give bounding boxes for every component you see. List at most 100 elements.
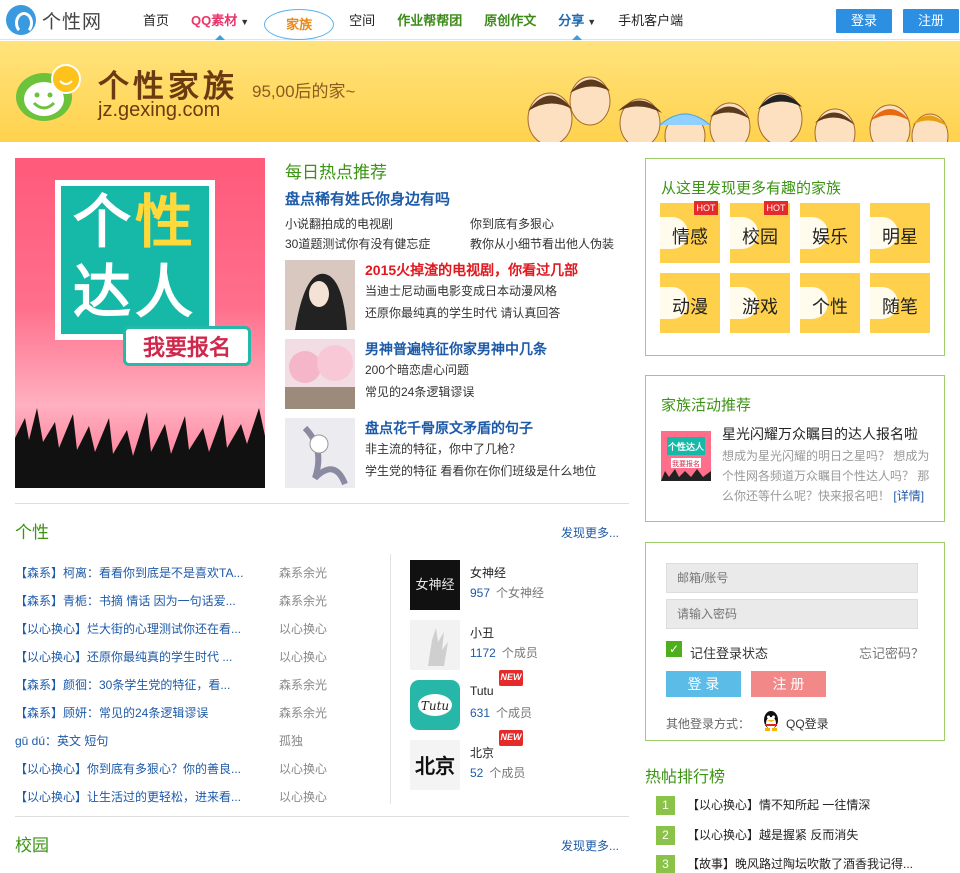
post-title[interactable]: 【森系】顾妍：常见的24条逻辑谬误 [15, 704, 279, 732]
daily-item-thumbnail[interactable] [285, 418, 355, 488]
email-field[interactable] [666, 563, 918, 593]
category-tile[interactable]: 娱乐 [800, 203, 860, 263]
list-item[interactable]: 【森系】颜徊：30条学生党的特征，看... 森系余光 [15, 676, 375, 704]
category-label: 动漫 [672, 297, 708, 317]
group-count-label: 个成员 [501, 646, 538, 660]
daily-item-thumbnail[interactable] [285, 260, 355, 330]
hot-badge: HOT [764, 201, 788, 215]
qq-penguin-icon[interactable] [761, 710, 781, 732]
post-title[interactable]: gū dú：英文 短句 [15, 732, 279, 760]
post-title[interactable]: 【以心换心】让生活过的更轻松，进来看... [15, 788, 279, 816]
post-list: 【森系】柯离：看看你到底是不是喜欢TA... 森系余光 【森系】青栀：书摘 情话 … [15, 564, 375, 816]
nav-share[interactable]: 分享 ▼ [547, 0, 607, 40]
list-item[interactable]: 【以心换心】烂大街的心理测试你还在看... 以心换心 [15, 620, 375, 648]
category-tile[interactable]: 随笔 [870, 273, 930, 333]
group-name[interactable]: 小丑 [470, 624, 494, 641]
group-avatar[interactable]: Tutu [410, 680, 460, 730]
discover-more-link[interactable]: 发现更多... [561, 837, 619, 854]
family-group[interactable]: Tutu Tutu NEW 631 个成员 [410, 670, 630, 730]
nav-home[interactable]: 首页 [132, 0, 180, 40]
post-author[interactable]: 以心换心 [279, 648, 327, 676]
hero-talent-banner[interactable]: 个性 达人 我要报名 [15, 158, 265, 488]
daily-item-title[interactable]: 男神普遍特征你家男神中几条 [365, 339, 547, 359]
activity-thumbnail[interactable]: 个性达人 我要报名 [661, 431, 711, 481]
list-item[interactable]: 【以心换心】你到底有多狠心？你的善良... 以心换心 [15, 760, 375, 788]
list-item[interactable]: 【以心换心】让生活过的更轻松，进来看... 以心换心 [15, 788, 375, 816]
nav-mobile-client[interactable]: 手机客户端 [607, 0, 694, 40]
daily-link-text: 小说翻拍成的电视剧 [285, 217, 394, 231]
post-title[interactable]: 【森系】青栀：书摘 情话 因为一句话爱... [15, 592, 279, 620]
post-author[interactable]: 森系余光 [279, 676, 327, 704]
post-title[interactable]: 【森系】柯离：看看你到底是不是喜欢TA... [15, 564, 279, 592]
list-item[interactable]: 【森系】顾妍：常见的24条逻辑谬误 森系余光 [15, 704, 375, 732]
category-tile[interactable]: 明星 [870, 203, 930, 263]
daily-link[interactable]: 你到底有多狠心 [470, 215, 630, 232]
activity-title[interactable]: 星光闪耀万众瞩目的达人报名啦 [722, 424, 918, 444]
daily-item-line[interactable]: 非主流的特征，你中了几枪？ [365, 440, 521, 457]
site-logo[interactable]: 个性网 [6, 4, 102, 36]
nav-family[interactable]: 家族 [264, 4, 335, 44]
forgot-password-link[interactable]: 忘记密码？ [859, 643, 924, 662]
post-title[interactable]: 【以心换心】还原你最纯真的学生时代 ... [15, 648, 279, 676]
nav-homework[interactable]: 作业帮帮团 [386, 0, 473, 40]
post-author[interactable]: 森系余光 [279, 564, 327, 592]
register-button[interactable]: 注册 [903, 9, 959, 33]
post-title[interactable]: 【以心换心】烂大街的心理测试你还在看... [15, 620, 279, 648]
ranking-item[interactable]: 2 【以心换心】越是握紧 反而消失 [656, 826, 946, 848]
post-author[interactable]: 以心换心 [279, 760, 327, 788]
family-group[interactable]: 女神经 女神经 957 个女神经 [410, 560, 630, 610]
post-author[interactable]: 孤独 [279, 732, 303, 760]
daily-link[interactable]: 小说翻拍成的电视剧 [285, 215, 470, 232]
group-name[interactable]: 女神经 [470, 564, 506, 581]
daily-item-title[interactable]: 2015火掉渣的电视剧，你看过几部 [365, 260, 578, 280]
category-tile[interactable]: 情感 HOT [660, 201, 720, 263]
family-group[interactable]: 北京 北京 NEW 52 个成员 [410, 730, 630, 790]
remember-checkbox[interactable]: ✓ [666, 641, 682, 657]
post-title[interactable]: 【森系】颜徊：30条学生党的特征，看... [15, 676, 279, 704]
group-avatar[interactable]: 女神经 [410, 560, 460, 610]
group-avatar[interactable]: 北京 [410, 740, 460, 790]
category-tile[interactable]: 动漫 [660, 273, 720, 333]
group-name[interactable]: 北京 [470, 744, 494, 761]
daily-item-line[interactable]: 常见的24条逻辑谬误 [365, 383, 474, 400]
ranking-item[interactable]: 1 【以心换心】情不知所起 一往情深 [656, 796, 946, 818]
post-title[interactable]: 【以心换心】你到底有多狠心？你的善良... [15, 760, 279, 788]
list-item[interactable]: 【森系】柯离：看看你到底是不是喜欢TA... 森系余光 [15, 564, 375, 592]
nav-qq-label: QQ素材 [191, 13, 238, 28]
category-tile[interactable]: 游戏 [730, 273, 790, 333]
activity-detail-link[interactable]: [详情] [893, 489, 924, 503]
ranking-item[interactable]: 3 【故事】晚风路过陶坛吹散了酒香我记得... [656, 855, 946, 873]
list-item[interactable]: gū dú：英文 短句 孤独 [15, 732, 375, 760]
category-tile[interactable]: 校园 HOT [730, 201, 790, 263]
daily-item-line[interactable]: 200个暗恋虐心问题 [365, 361, 469, 378]
daily-item-title[interactable]: 盘点花千骨原文矛盾的句子 [365, 418, 533, 438]
daily-item-line[interactable]: 学生党的特征 看看你在你们班级是什么地位 [365, 462, 596, 479]
register-submit-button[interactable]: 注 册 [751, 671, 826, 697]
hero-char-2: 性 [135, 190, 198, 255]
list-item[interactable]: 【森系】青栀：书摘 情话 因为一句话爱... 森系余光 [15, 592, 375, 620]
post-author[interactable]: 以心换心 [279, 788, 327, 816]
daily-top-link[interactable]: 盘点稀有姓氏你身边有吗 [285, 188, 630, 209]
daily-link[interactable]: 教你从小细节看出他人伪装 [470, 235, 630, 252]
password-field[interactable] [666, 599, 918, 629]
nav-composition[interactable]: 原创作文 [473, 0, 547, 40]
family-group[interactable]: 小丑 1172 个成员 [410, 620, 630, 670]
discover-more-link[interactable]: 发现更多... [561, 524, 619, 541]
nav-qq-material[interactable]: QQ素材 ▼ [180, 0, 260, 40]
daily-item-line[interactable]: 还原你最纯真的学生时代 请认真回答 [365, 304, 560, 321]
login-submit-button[interactable]: 登 录 [666, 671, 741, 697]
daily-link[interactable]: 30道题测试你有没有健忘症 [285, 235, 470, 252]
post-author[interactable]: 森系余光 [279, 592, 327, 620]
qq-login-link[interactable]: QQ登录 [786, 715, 829, 732]
list-item[interactable]: 【以心换心】还原你最纯真的学生时代 ... 以心换心 [15, 648, 375, 676]
daily-item-thumbnail[interactable] [285, 339, 355, 409]
post-author[interactable]: 以心换心 [279, 620, 327, 648]
daily-item-line[interactable]: 当迪士尼动画电影变成日本动漫风格 [365, 282, 557, 299]
group-name[interactable]: Tutu [470, 684, 494, 698]
group-avatar[interactable] [410, 620, 460, 670]
category-tile[interactable]: 个性 [800, 273, 860, 333]
signup-button[interactable]: 我要报名 [123, 326, 251, 366]
post-author[interactable]: 森系余光 [279, 704, 327, 732]
nav-space[interactable]: 空间 [338, 0, 386, 40]
login-button[interactable]: 登录 [836, 9, 892, 33]
